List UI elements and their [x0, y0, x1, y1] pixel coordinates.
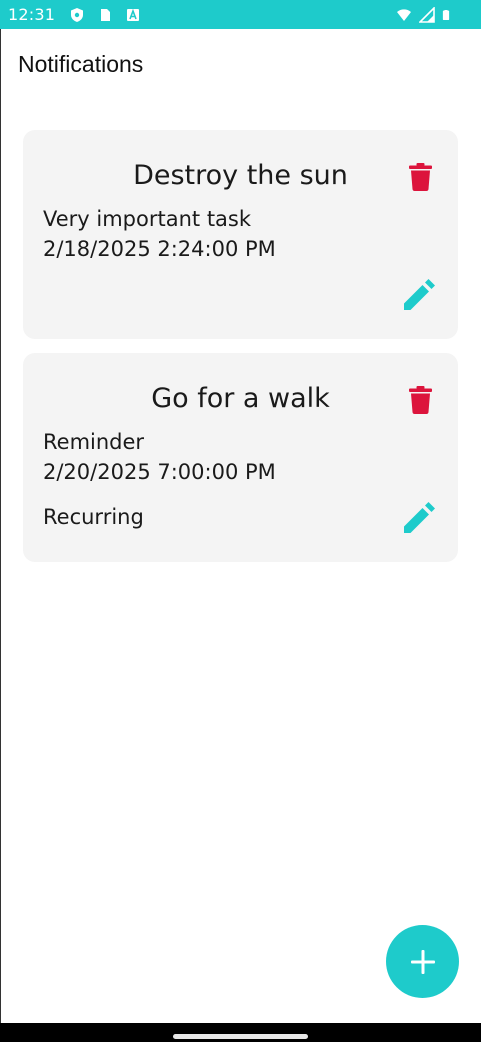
delete-button[interactable]: [405, 383, 435, 417]
notification-description: Very important task: [43, 207, 252, 231]
page-title: Notifications: [18, 51, 144, 77]
plus-icon: [410, 949, 435, 974]
font-icon: [127, 8, 140, 21]
notification-card[interactable]: Go for a walk Reminder 2/20/2025 7:00:00…: [23, 353, 458, 562]
pencil-icon: [403, 278, 435, 310]
status-time: 12:31: [8, 5, 56, 24]
recurring-label: Recurring: [43, 505, 144, 529]
delete-button[interactable]: [405, 160, 435, 194]
notification-title: Destroy the sun: [133, 160, 348, 191]
notification-datetime: 2/20/2025 7:00:00 PM: [43, 460, 276, 484]
notification-datetime: 2/18/2025 2:24:00 PM: [43, 237, 276, 261]
battery-icon: [442, 9, 450, 20]
home-gesture-handle[interactable]: [173, 1034, 308, 1039]
pencil-icon: [403, 501, 435, 533]
notification-title: Go for a walk: [151, 383, 330, 414]
notification-card[interactable]: Destroy the sun Very important task 2/18…: [23, 130, 458, 339]
wifi-icon: [397, 8, 411, 21]
window-edge: [0, 29, 1, 1023]
trash-icon: [408, 386, 432, 414]
edit-button[interactable]: [402, 500, 436, 534]
trash-icon: [408, 163, 432, 191]
add-notification-button[interactable]: [386, 925, 459, 998]
sd-card-icon: [101, 8, 111, 21]
shield-icon: [71, 7, 84, 22]
edit-button[interactable]: [402, 277, 436, 311]
signal-icon: [419, 6, 435, 23]
navigation-bar: [0, 1023, 481, 1042]
notifications-screen: 12:31 Notifications Destroy the sun Very…: [0, 0, 481, 1042]
notification-description: Reminder: [43, 430, 145, 454]
status-bar: 12:31: [0, 0, 481, 29]
